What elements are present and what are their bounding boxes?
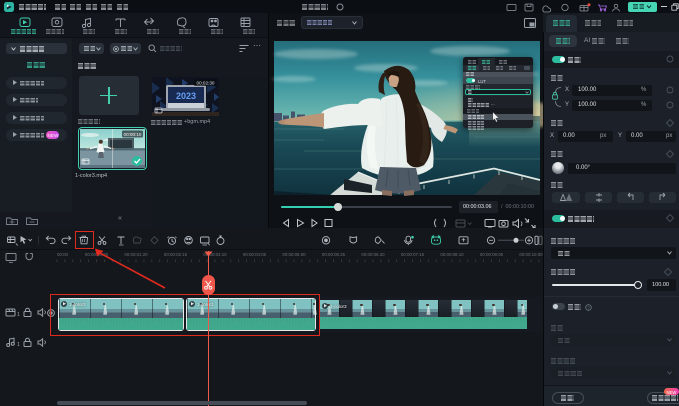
svg-text:1: 1: [17, 312, 20, 318]
svg-text:00:00:10: 00:00:10: [124, 132, 142, 137]
svg-text:1: 1: [17, 342, 20, 348]
